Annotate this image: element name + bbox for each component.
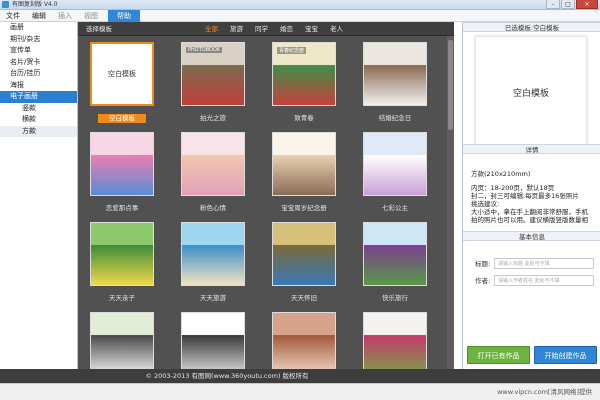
template-gallery: 选择模板 全部 旅游 同学 婚恋 宝宝 老人 空白模板 空白模板 PHOTOBOOK…: [78, 22, 454, 369]
category-filters: 全部 旅游 同学 婚恋 宝宝 老人: [199, 22, 349, 36]
scrollbar-thumb[interactable]: [448, 40, 453, 130]
template-thumbnail[interactable]: [90, 222, 154, 286]
template-thumbnail[interactable]: [363, 312, 427, 369]
template-thumbnail[interactable]: [90, 312, 154, 369]
template-thumbnail[interactable]: 空白模板: [90, 42, 154, 106]
sidebar-item-portrait[interactable]: 竖款: [0, 102, 77, 114]
template-thumbnail[interactable]: [363, 42, 427, 106]
selected-template-heading: 已选模板:空白模板: [463, 22, 600, 32]
detail-panel: 已选模板:空白模板 空白模板 详情 方款(210x210mm) 内页：18-20…: [462, 22, 600, 369]
menu-help[interactable]: 帮助: [108, 10, 140, 22]
template-caption: 天天怀旧: [291, 294, 317, 302]
template-caption: 天天旅游: [200, 294, 226, 302]
filter-elderly[interactable]: 老人: [324, 22, 349, 36]
template-caption: 结婚纪念日: [378, 114, 412, 122]
template-caption: 致青春: [294, 114, 314, 122]
template-caption: 拍光之旅: [200, 114, 226, 122]
filter-love[interactable]: 婚恋: [274, 22, 299, 36]
template-thumbnail[interactable]: [181, 132, 245, 196]
template-thumbnail[interactable]: [272, 222, 336, 286]
title-bar: 有图复刻版 V4.0 – □ ✕: [0, 0, 600, 10]
gallery-header: 选择模板 全部 旅游 同学 婚恋 宝宝 老人: [78, 22, 454, 36]
copyright-text: © 2003-2013 有图网(www.360youtu.com) 版权所有: [145, 372, 309, 380]
sidebar-item-album[interactable]: 画册: [0, 22, 77, 34]
template-cover-text: 青春纪念册: [277, 47, 307, 54]
template-caption: 空白模板: [98, 114, 146, 123]
author-field-row: 作者: 请输入作者姓名 此处可不填: [475, 275, 595, 287]
template-thumbnail[interactable]: PHOTOBOOK: [181, 42, 245, 106]
template-caption: 七彩公主: [382, 204, 408, 212]
template-thumbnail[interactable]: [90, 132, 154, 196]
template-caption: 快乐旅行: [382, 294, 408, 302]
sidebar-item-landscape[interactable]: 横款: [0, 114, 77, 126]
close-icon[interactable]: ✕: [576, 0, 598, 9]
details-tip-line-1: 大小适中，拿在手上翻阅非常舒服，手机: [471, 208, 588, 216]
basic-info-heading: 基本信息: [463, 231, 600, 241]
app-window: 有图复刻版 V4.0 – □ ✕ 文件 编辑 插入 视图 帮助 画册 期刊/杂志…: [0, 0, 600, 400]
template-thumbnail[interactable]: [363, 222, 427, 286]
sidebar-item-poster[interactable]: 海报: [0, 80, 77, 92]
status-bar: www.vipcn.com[清风网络]提供: [0, 383, 600, 400]
template-thumbnail[interactable]: [363, 132, 427, 196]
template-caption: 天天亲子: [109, 294, 135, 302]
filter-all[interactable]: 全部: [199, 22, 224, 36]
sidebar-item-square[interactable]: 方款: [0, 125, 77, 137]
blank-template-label: 空白模板: [108, 70, 136, 78]
template-caption: 粉色心情: [200, 204, 226, 212]
menu-edit[interactable]: 编辑: [26, 10, 52, 22]
maximize-icon[interactable]: □: [561, 0, 575, 9]
filter-classmates[interactable]: 同学: [249, 22, 274, 36]
template-thumbnail[interactable]: 青春纪念册: [272, 42, 336, 106]
template-cover-text: PHOTOBOOK: [186, 47, 223, 53]
sidebar-item-magazine[interactable]: 期刊/杂志: [0, 34, 77, 46]
preview-label: 空白模板: [512, 88, 549, 99]
author-input[interactable]: 请输入作者姓名 此处可不填: [494, 275, 594, 286]
filter-baby[interactable]: 宝宝: [299, 22, 324, 36]
category-sidebar: 画册 期刊/杂志 宣传单 名片/贺卡 台历/挂历 海报 电子画册 竖款 横款 方…: [0, 22, 78, 369]
filter-travel[interactable]: 旅游: [224, 22, 249, 36]
create-work-button[interactable]: 开始创建作品: [534, 346, 597, 364]
sidebar-item-card[interactable]: 名片/贺卡: [0, 57, 77, 69]
details-tip-line-2: 拍的照片也可以用。建议横版竖版数量相: [471, 216, 588, 224]
footer-bar: © 2003-2013 有图网(www.360youtu.com) 版权所有: [0, 369, 600, 383]
open-existing-button[interactable]: 打开已有作品: [467, 346, 530, 364]
title-field-row: 标题: 请输入标题 此处可不填: [475, 258, 595, 270]
details-size: 方款(210x210mm): [471, 170, 531, 178]
details-photos: 封二，封三可编辑,每页最多16张照片: [471, 192, 579, 200]
menu-insert[interactable]: 插入: [52, 10, 78, 22]
menu-view[interactable]: 视图: [78, 10, 104, 22]
author-label: 作者:: [475, 277, 491, 285]
template-thumbnail[interactable]: [181, 222, 245, 286]
details-pages: 内页：18-200页，默认18页: [471, 184, 555, 192]
template-thumbnail[interactable]: [181, 312, 245, 369]
app-logo-icon: [2, 1, 9, 8]
title-input[interactable]: 请输入标题 此处可不填: [494, 258, 594, 269]
gallery-scrollbar[interactable]: [447, 36, 454, 369]
details-tip-title: 挑选建议:: [471, 200, 500, 208]
window-title: 有图复刻版 V4.0: [12, 1, 58, 8]
template-caption: 恋爱那点事: [105, 204, 139, 212]
template-preview: 空白模板: [475, 36, 587, 148]
menu-bar: 文件 编辑 插入 视图 帮助: [0, 10, 600, 22]
details-heading: 详情: [463, 144, 600, 154]
title-label: 标题:: [475, 260, 491, 268]
sidebar-item-flyer[interactable]: 宣传单: [0, 45, 77, 57]
template-thumbnail[interactable]: [272, 132, 336, 196]
template-caption: 宝宝周岁纪念册: [281, 204, 327, 212]
minimize-icon[interactable]: –: [546, 0, 560, 9]
menu-file[interactable]: 文件: [0, 10, 26, 22]
window-controls: – □ ✕: [546, 0, 598, 10]
template-thumbnail[interactable]: [272, 312, 336, 369]
sidebar-item-ebook[interactable]: 电子画册: [0, 91, 77, 103]
template-details: 方款(210x210mm) 内页：18-200页，默认18页 封二，封三可编辑,…: [471, 170, 597, 224]
gallery-title: 选择模板: [86, 25, 112, 33]
sidebar-item-calendar[interactable]: 台历/挂历: [0, 68, 77, 80]
watermark-text: www.vipcn.com[清风网络]提供: [497, 388, 592, 396]
